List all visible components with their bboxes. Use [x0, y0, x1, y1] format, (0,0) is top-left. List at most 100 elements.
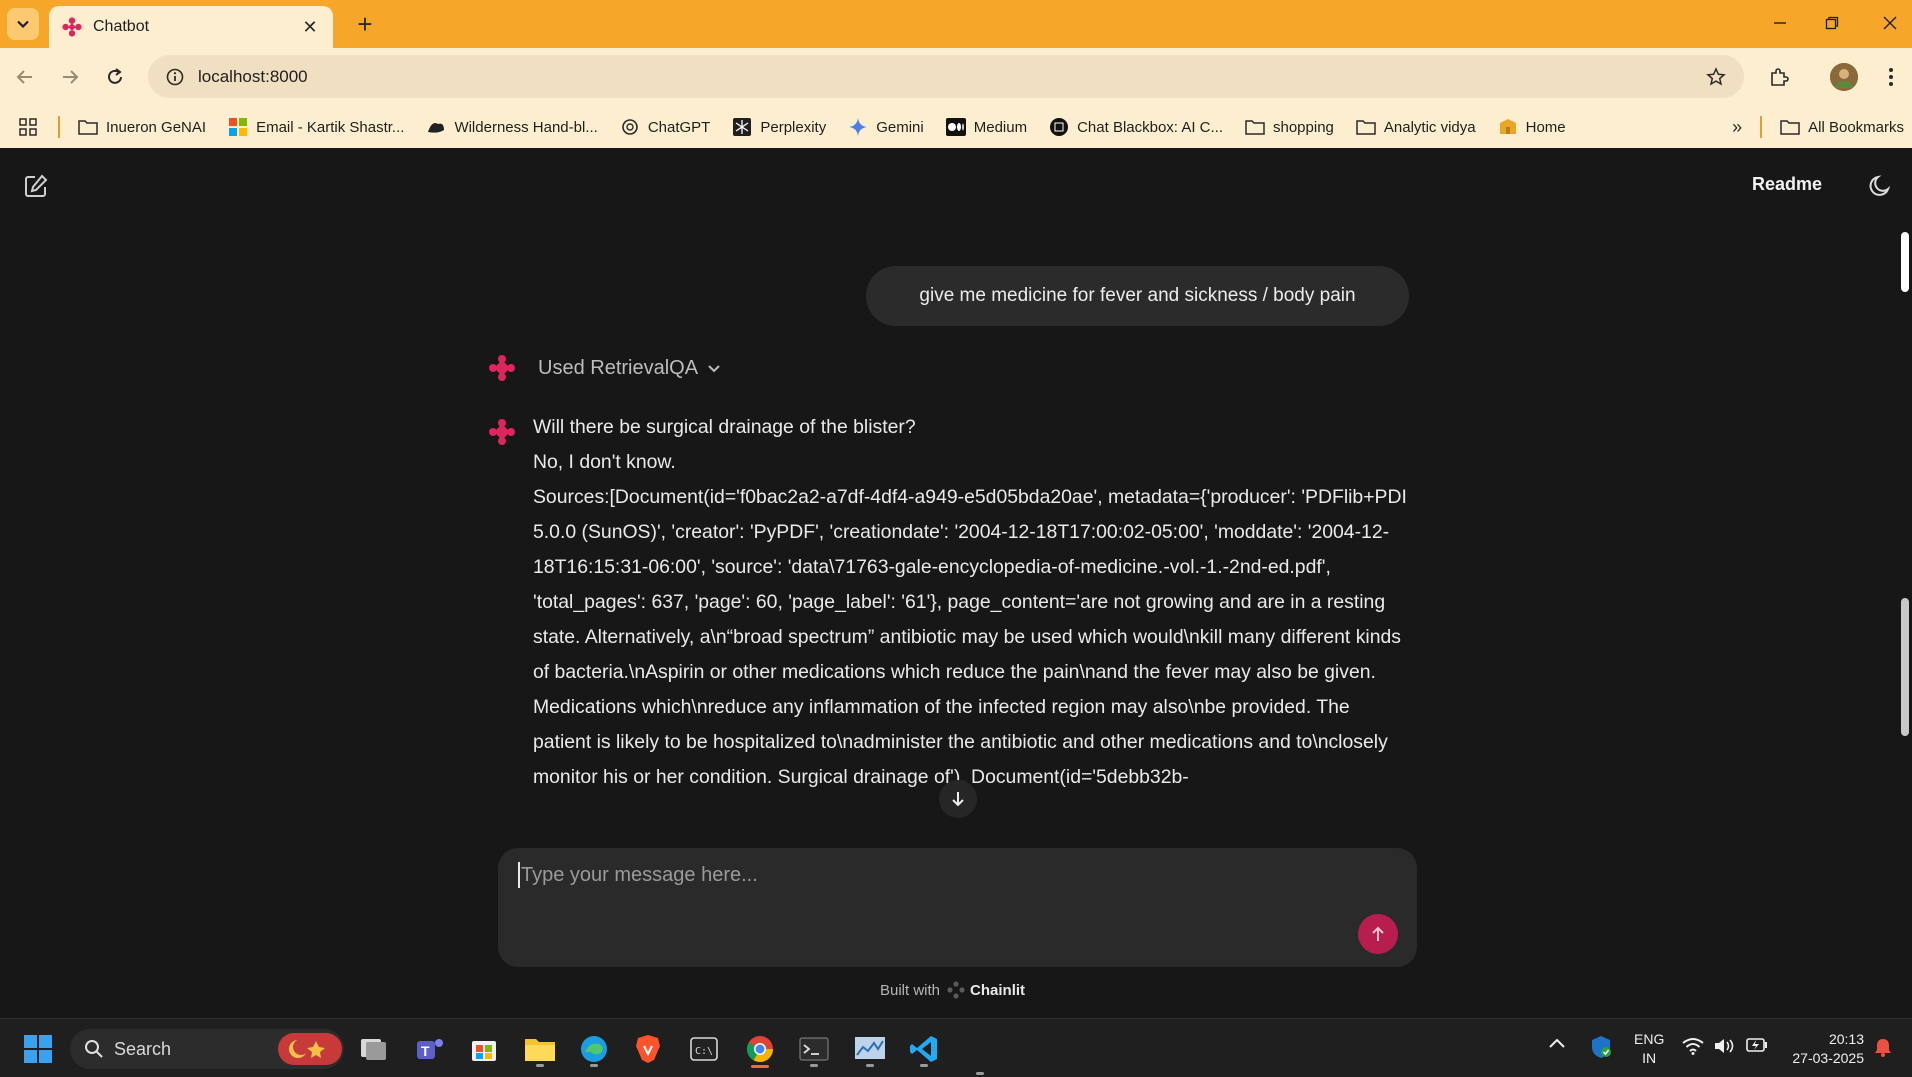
- send-button[interactable]: [1358, 914, 1398, 954]
- forward-button[interactable]: [55, 62, 85, 92]
- assistant-message-text: Will there be surgical drainage of the b…: [533, 410, 1413, 795]
- brave-app[interactable]: [628, 1029, 668, 1069]
- search-highlight-icon: [278, 1033, 342, 1065]
- bookmark-perplexity[interactable]: Perplexity: [732, 118, 826, 136]
- scrollbar-thumb[interactable]: [1901, 598, 1909, 736]
- message-input[interactable]: [518, 862, 1378, 888]
- bookmark-shopping[interactable]: shopping: [1245, 118, 1334, 136]
- file-explorer-app[interactable]: [520, 1029, 560, 1069]
- show-hidden-icons-button[interactable]: [1548, 1037, 1566, 1049]
- bookmark-chatgpt[interactable]: ChatGPT: [620, 118, 710, 136]
- monitor-chart-icon: [855, 1037, 885, 1059]
- tab-search-button[interactable]: [7, 8, 39, 40]
- store-app[interactable]: [464, 1029, 504, 1069]
- folder-icon: [1245, 118, 1265, 136]
- chat-app: Readme give me medicine for fever and si…: [0, 148, 1912, 1018]
- security-tray[interactable]: [1590, 1035, 1612, 1059]
- close-window-button[interactable]: [1872, 8, 1908, 38]
- bookmark-medium[interactable]: Medium: [945, 118, 1027, 136]
- bookmarks-separator: [58, 116, 60, 138]
- back-button[interactable]: [10, 62, 40, 92]
- browser-tab-chatbot[interactable]: Chatbot ✕: [49, 6, 333, 48]
- bookmark-wilderness[interactable]: Wilderness Hand-bl...: [426, 118, 598, 136]
- apps-grid-icon[interactable]: [18, 118, 38, 136]
- arrow-up-icon: [1372, 926, 1384, 941]
- terminal-app[interactable]: [794, 1029, 834, 1069]
- browser-tab-strip: Chatbot ✕ +: [0, 0, 1912, 48]
- vscode-app[interactable]: [904, 1029, 944, 1069]
- new-chat-button[interactable]: [20, 170, 52, 202]
- edge-app[interactable]: [574, 1029, 614, 1069]
- bookmark-email[interactable]: Email - Kartik Shastr...: [228, 118, 404, 136]
- user-message-text: give me medicine for fever and sickness …: [919, 285, 1356, 306]
- minimize-button[interactable]: [1762, 8, 1798, 38]
- microsoft-icon: [228, 118, 248, 136]
- chrome-app[interactable]: [740, 1029, 780, 1069]
- more-bookmarks-icon[interactable]: »: [1732, 117, 1742, 138]
- more-vertical-icon: [1889, 68, 1893, 86]
- answer-sources: Sources:[Document(id='f0bac2a2-a7df-4df4…: [533, 486, 1407, 788]
- restore-button[interactable]: [1814, 8, 1850, 38]
- running-indicator: [590, 1064, 598, 1067]
- taskbar-search[interactable]: Search: [70, 1029, 344, 1069]
- blackbox-icon: [1049, 118, 1069, 136]
- clock[interactable]: 20:13 27-03-2025: [1784, 1030, 1864, 1068]
- chevron-down-icon: [17, 20, 29, 29]
- moon-icon: [1869, 175, 1891, 196]
- brave-icon: [636, 1035, 660, 1063]
- chat-scrollbar[interactable]: [1898, 226, 1912, 851]
- bookmark-gemini[interactable]: Gemini: [848, 118, 924, 136]
- bookmarks-separator: [1760, 116, 1763, 138]
- volume-tray[interactable]: [1714, 1037, 1736, 1055]
- bookmark-analytic-vidya[interactable]: Analytic vidya: [1356, 118, 1476, 136]
- bookmark-home[interactable]: Home: [1498, 118, 1566, 136]
- readme-button[interactable]: Readme: [1752, 174, 1822, 195]
- scrollbar-top-marker: [1901, 232, 1909, 292]
- tab-close-icon[interactable]: ✕: [299, 17, 321, 38]
- tab-title: Chatbot: [93, 18, 150, 35]
- windows-logo-icon: [24, 1035, 52, 1063]
- browser-menu-button[interactable]: [1876, 62, 1906, 92]
- windows-taskbar: Search T C:\ ENG IN 20:13 27-03-2025: [0, 1018, 1912, 1077]
- profile-avatar[interactable]: [1830, 63, 1858, 91]
- teams-icon: T: [417, 1039, 443, 1059]
- resource-monitor-app[interactable]: [850, 1029, 890, 1069]
- retrieval-step[interactable]: Used RetrievalQA: [488, 354, 722, 382]
- built-with-footer[interactable]: Built with Chainlit: [880, 980, 1025, 1000]
- battery-tray[interactable]: [1746, 1038, 1768, 1052]
- wifi-tray[interactable]: [1682, 1037, 1704, 1055]
- search-label: Search: [114, 1038, 172, 1059]
- teams-app[interactable]: T: [410, 1029, 450, 1069]
- arrow-down-icon: [952, 792, 964, 807]
- puzzle-icon: [1771, 68, 1789, 86]
- task-view-button[interactable]: [354, 1029, 394, 1069]
- reload-button[interactable]: [100, 62, 130, 92]
- bookmark-blackbox[interactable]: Chat Blackbox: AI C...: [1049, 118, 1223, 136]
- shield-icon: [1592, 1036, 1611, 1058]
- start-button[interactable]: [18, 1029, 58, 1069]
- new-tab-button[interactable]: +: [350, 9, 380, 39]
- terminal-app-dark[interactable]: C:\: [684, 1029, 724, 1069]
- all-bookmarks-button[interactable]: All Bookmarks: [1780, 118, 1904, 136]
- input-language[interactable]: ENG IN: [1634, 1030, 1664, 1068]
- bookmark-inueron-genai[interactable]: Inueron GeNAI: [78, 118, 206, 136]
- bookmark-star-icon[interactable]: [1706, 66, 1726, 87]
- site-info-icon[interactable]: [166, 68, 184, 86]
- home-box-icon: [1498, 118, 1518, 136]
- notifications-button[interactable]: [1874, 1037, 1892, 1057]
- browser-toolbar: localhost:8000: [0, 48, 1912, 106]
- edge-icon: [581, 1036, 607, 1062]
- running-indicator: [810, 1064, 818, 1067]
- theme-toggle-button[interactable]: [1866, 172, 1894, 200]
- svg-text:T: T: [421, 1043, 430, 1059]
- built-with-brand: Chainlit: [970, 981, 1026, 999]
- running-indicator: [920, 1064, 928, 1067]
- address-bar[interactable]: localhost:8000: [148, 55, 1744, 98]
- speaker-icon: [1715, 1039, 1734, 1053]
- folder-icon: [1356, 118, 1376, 136]
- scroll-to-bottom-button[interactable]: [939, 780, 977, 818]
- bookmarks-right: » All Bookmarks: [1732, 116, 1904, 138]
- extensions-button[interactable]: [1764, 62, 1794, 92]
- url-text: localhost:8000: [198, 66, 308, 86]
- folder-icon: [78, 118, 98, 136]
